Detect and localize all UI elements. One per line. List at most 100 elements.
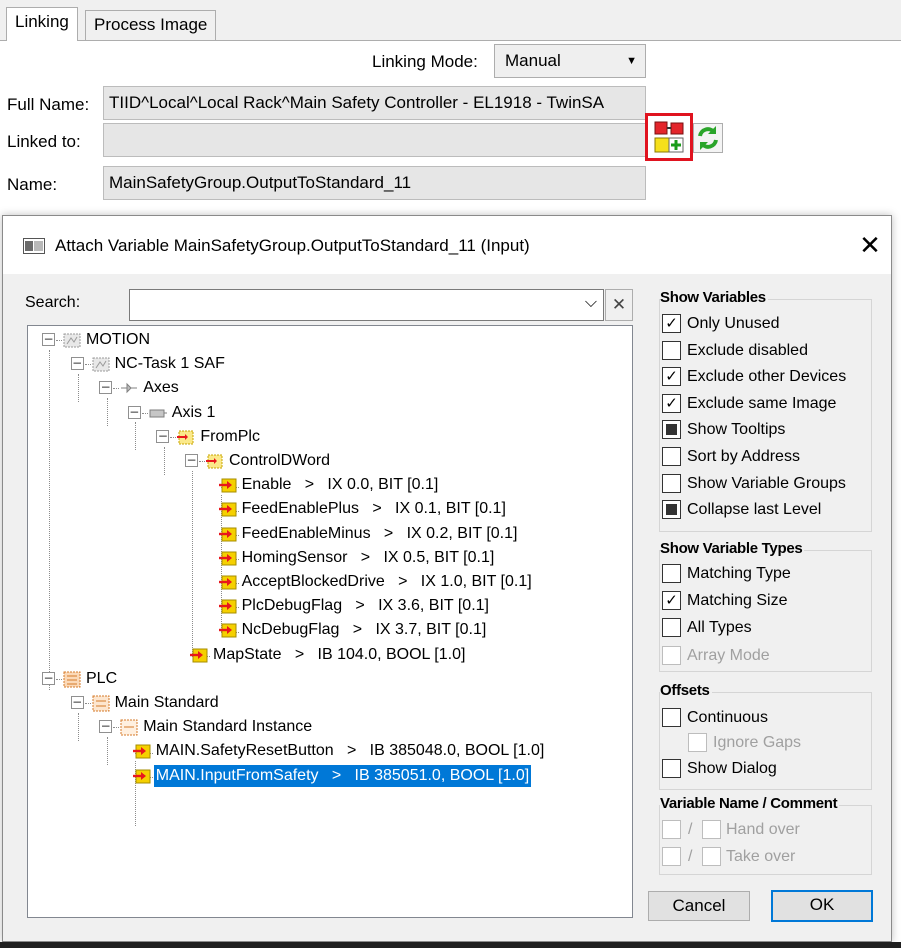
tree-node[interactable]: − Main Standard Instance	[28, 715, 628, 739]
show-variable-groups-label: Show Variable Groups	[687, 474, 846, 492]
input-variable-icon	[218, 527, 237, 542]
array-mode-checkbox	[662, 645, 681, 665]
tree-node[interactable]: MAIN.InputFromSafety > IB 385051.0, BOOL…	[28, 764, 628, 788]
tree-node[interactable]: − FromPlc	[28, 425, 628, 449]
linked-to-field[interactable]	[103, 123, 646, 157]
full-name-field[interactable]: TIID^Local^Local Rack^Main Safety Contro…	[103, 86, 646, 120]
show-variable-groups-checkbox[interactable]	[662, 473, 681, 493]
exclude-other-devices-checkbox[interactable]: ✓	[662, 367, 681, 387]
collapse-toggle-icon[interactable]: −	[127, 405, 141, 419]
matching-size-checkbox[interactable]: ✓	[662, 591, 681, 611]
all-types-label: All Types	[687, 619, 752, 637]
exclude-disabled-checkbox[interactable]	[662, 340, 681, 360]
full-name-label: Full Name:	[7, 95, 90, 114]
tree-node[interactable]: HomingSensor > IX 0.5, BIT [0.1]	[28, 546, 628, 570]
show-dialog-label: Show Dialog	[687, 760, 777, 777]
collapse-toggle-icon[interactable]: −	[42, 333, 55, 346]
exclude-other-devices-label: Exclude other Devices	[687, 368, 847, 386]
tree-node[interactable]: MAIN.SafetyResetButton > IB 385048.0, BO…	[28, 739, 628, 763]
variable-name-caption: Variable Name / Comment	[660, 795, 840, 812]
show-dialog-checkbox[interactable]	[662, 759, 681, 778]
tree-node[interactable]: − PLC	[28, 667, 628, 691]
separator-label: /	[688, 821, 693, 838]
tree-node[interactable]: Enable > IX 0.0, BIT [0.1]	[28, 473, 628, 497]
collapse-last-level-checkbox[interactable]	[662, 500, 681, 520]
tree-node-label: Axes	[143, 379, 179, 397]
sort-by-address-checkbox[interactable]	[662, 447, 681, 466]
collapse-toggle-icon[interactable]: −	[99, 381, 113, 395]
input-variable-icon	[218, 575, 237, 590]
linking-mode-label: Linking Mode:	[372, 52, 478, 71]
matching-type-checkbox[interactable]	[662, 564, 681, 583]
tree-node-label: FromPlc	[200, 427, 260, 445]
name-label: Name:	[7, 175, 58, 194]
tab-process-image[interactable]: Process Image	[85, 10, 217, 40]
axes-icon	[121, 383, 138, 394]
search-input[interactable]: ⌵	[129, 289, 604, 321]
tree-node-label: MOTION	[86, 331, 150, 348]
tree-node[interactable]: − ControlDWord	[28, 449, 628, 473]
linking-mode-value: Manual	[505, 51, 561, 70]
motion-icon	[63, 333, 81, 348]
chevron-down-icon[interactable]: ⌵	[585, 294, 597, 312]
refresh-button[interactable]	[693, 123, 723, 153]
collapse-toggle-icon[interactable]: −	[185, 454, 198, 467]
chevron-down-icon: ▼	[626, 55, 637, 67]
tree-node[interactable]: FeedEnablePlus > IX 0.1, BIT [0.1]	[28, 497, 628, 521]
tree-node[interactable]: MapState > IB 104.0, BOOL [1.0]	[28, 643, 628, 667]
tree-node-label: MapState > IB 104.0, BOOL [1.0]	[213, 645, 466, 663]
linking-mode-select[interactable]: Manual ▼	[494, 44, 646, 78]
collapse-toggle-icon[interactable]: −	[42, 671, 55, 685]
tree-node-label: NC-Task 1 SAF	[114, 355, 225, 373]
cancel-button[interactable]: Cancel	[648, 891, 750, 921]
plc-project-icon	[92, 695, 110, 712]
tree-node[interactable]: − Axis 1	[28, 401, 628, 425]
take-over-label: Take over	[726, 848, 796, 865]
close-button[interactable]: ✕	[853, 228, 887, 262]
tree-node[interactable]: FeedEnableMinus > IX 0.2, BIT [0.1]	[28, 522, 628, 546]
clear-search-button[interactable]: ✕	[605, 289, 633, 321]
sort-by-address-label: Sort by Address	[687, 448, 800, 465]
collapse-toggle-icon[interactable]: −	[99, 720, 113, 734]
exclude-same-image-checkbox[interactable]: ✓	[662, 393, 681, 413]
tree-node[interactable]: − MOTION	[28, 328, 628, 352]
link-variable-icon	[654, 121, 684, 153]
collapse-toggle-icon[interactable]: −	[70, 696, 84, 709]
tree-node[interactable]: − NC-Task 1 SAF	[28, 352, 628, 376]
dialog-title: Attach Variable MainSafetyGroup.OutputTo…	[55, 236, 530, 255]
name-field[interactable]: MainSafetyGroup.OutputToStandard_11	[103, 166, 646, 200]
plc-icon	[63, 671, 81, 688]
all-types-checkbox[interactable]	[662, 618, 681, 638]
variable-tree[interactable]: − MOTION − NC-Task 1 SAF − Axes − Axis 1− FromPl…	[27, 325, 633, 918]
taskbar	[0, 942, 901, 948]
separator-label: /	[688, 848, 693, 865]
hand-over-label: Hand over	[726, 821, 800, 838]
hand-over-name-checkbox	[662, 820, 681, 839]
tree-node[interactable]: AcceptBlockedDrive > IX 1.0, BIT [0.1]	[28, 570, 628, 594]
take-over-name-checkbox	[662, 847, 681, 866]
tree-node-label: PLC	[86, 669, 118, 687]
continuous-checkbox[interactable]	[662, 708, 681, 727]
input-variable-icon	[218, 502, 237, 517]
tree-node[interactable]: − Axes	[28, 376, 628, 400]
tree-node-label: Axis 1	[171, 403, 216, 421]
tree-node[interactable]: − Main Standard	[28, 691, 628, 715]
tree-node-label: Enable > IX 0.0, BIT [0.1]	[241, 476, 439, 494]
refresh-icon	[698, 126, 718, 150]
collapse-toggle-icon[interactable]: −	[156, 429, 170, 443]
clear-icon: ✕	[611, 295, 627, 314]
axis-icon	[149, 409, 167, 418]
show-tooltips-checkbox[interactable]	[662, 420, 681, 440]
input-variable-icon	[132, 744, 151, 759]
tab-linking[interactable]: Linking	[6, 7, 78, 41]
dialog-titlebar: Attach Variable MainSafetyGroup.OutputTo…	[3, 216, 891, 274]
link-variable-button[interactable]	[652, 120, 686, 154]
take-over-option: / Take over	[662, 845, 862, 869]
ok-button[interactable]: OK	[771, 890, 873, 922]
collapse-toggle-icon[interactable]: −	[70, 357, 84, 371]
attach-variable-dialog: Attach Variable MainSafetyGroup.OutputTo…	[2, 215, 892, 942]
tree-node[interactable]: NcDebugFlag > IX 3.7, BIT [0.1]	[28, 618, 628, 642]
only-unused-checkbox[interactable]: ✓	[662, 314, 681, 333]
tree-node[interactable]: PlcDebugFlag > IX 3.6, BIT [0.1]	[28, 594, 628, 618]
ignore-gaps-label: Ignore Gaps	[713, 734, 802, 751]
